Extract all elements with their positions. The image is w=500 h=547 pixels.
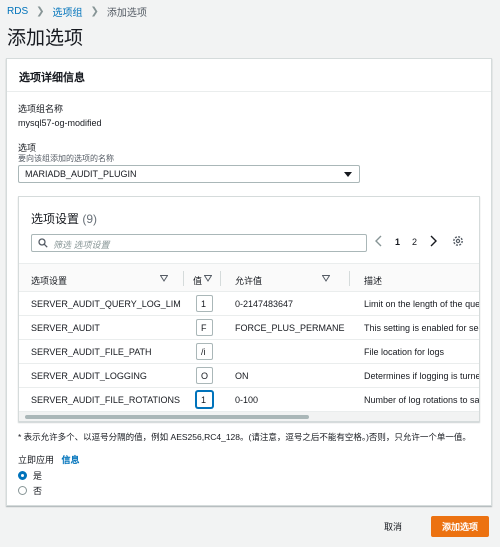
allowed-values: 0-2147483647 bbox=[235, 299, 294, 309]
setting-value-input[interactable]: 1 bbox=[196, 295, 213, 312]
column-divider bbox=[349, 271, 350, 286]
search-icon bbox=[38, 238, 48, 248]
column-header-setting[interactable]: 选项设置 bbox=[31, 274, 67, 287]
breadcrumb-option-groups-link[interactable]: 选项组 bbox=[53, 4, 83, 19]
column-header-description[interactable]: 描述 bbox=[364, 274, 382, 287]
option-select-value: MARIADB_AUDIT_PLUGIN bbox=[25, 169, 137, 179]
setting-description: Limit on the length of the que bbox=[364, 299, 480, 309]
chevron-right-icon: ❯ bbox=[36, 6, 45, 17]
sort-icon[interactable] bbox=[322, 275, 330, 282]
column-divider bbox=[183, 271, 184, 286]
sort-icon[interactable] bbox=[160, 275, 168, 282]
setting-value-input[interactable]: 1 bbox=[196, 391, 213, 408]
allowed-values: ON bbox=[235, 371, 249, 381]
breadcrumb-rds-link[interactable]: RDS bbox=[7, 6, 28, 17]
breadcrumb: RDS ❯ 选项组 ❯ 添加选项 bbox=[7, 4, 147, 19]
setting-description: Determines if logging is turned bbox=[364, 371, 480, 381]
setting-description: Number of log rotations to sav bbox=[364, 395, 480, 405]
panel-title: 选项详细信息 bbox=[19, 72, 85, 84]
setting-name: SERVER_AUDIT_LOGGING bbox=[31, 371, 147, 381]
table-count: (9) bbox=[82, 212, 98, 226]
scrollbar-thumb[interactable] bbox=[25, 415, 309, 419]
apply-immediately-heading: 立即应用 信息 bbox=[18, 453, 80, 466]
apply-no-option[interactable]: 否 bbox=[18, 484, 42, 497]
table-title: 选项设置 (9) bbox=[31, 210, 97, 227]
option-select[interactable]: MARIADB_AUDIT_PLUGIN bbox=[18, 165, 360, 183]
column-header-allowed[interactable]: 允许值 bbox=[235, 274, 262, 287]
settings-search-input[interactable]: 筛选 选项设置 bbox=[31, 234, 367, 252]
cancel-button[interactable]: 取消 bbox=[384, 520, 402, 533]
radio-selected[interactable] bbox=[18, 471, 27, 480]
page-title: 添加选项 bbox=[7, 28, 84, 49]
page-2-button[interactable]: 2 bbox=[412, 237, 417, 247]
allowed-values: 0-100 bbox=[235, 395, 259, 405]
setting-name: SERVER_AUDIT_FILE_PATH bbox=[31, 347, 152, 357]
group-name-value: mysql57-og-modified bbox=[18, 118, 102, 128]
setting-value-input[interactable]: F bbox=[196, 319, 213, 336]
chevron-right-icon[interactable] bbox=[428, 235, 438, 247]
table-row: SERVER_AUDIT F FORCE_PLUS_PERMANENT This… bbox=[19, 316, 479, 340]
chevron-right-icon: ❯ bbox=[90, 6, 99, 17]
apply-immediately-label: 立即应用 bbox=[18, 455, 55, 465]
setting-value-input[interactable]: /i bbox=[196, 343, 213, 360]
apply-yes-option[interactable]: 是 bbox=[18, 469, 42, 482]
column-header-value[interactable]: 值 bbox=[193, 274, 202, 287]
table-title-text: 选项设置 bbox=[31, 212, 80, 226]
setting-value-input[interactable]: O bbox=[196, 367, 213, 384]
chevron-left-icon[interactable] bbox=[374, 235, 384, 247]
setting-description: File location for logs bbox=[364, 347, 445, 357]
column-divider bbox=[220, 271, 221, 286]
horizontal-scrollbar[interactable] bbox=[19, 412, 479, 421]
setting-name: SERVER_AUDIT bbox=[31, 323, 100, 333]
option-description: 要向该组添加的选项的名称 bbox=[18, 154, 114, 163]
table-row: SERVER_AUDIT_FILE_PATH /i File location … bbox=[19, 340, 479, 364]
add-option-button[interactable]: 添加选项 bbox=[431, 516, 489, 537]
sort-icon[interactable] bbox=[204, 275, 212, 282]
group-name-label: 选项组名称 bbox=[18, 104, 64, 114]
setting-name: SERVER_AUDIT_QUERY_LOG_LIMIT bbox=[31, 299, 181, 309]
table-row: SERVER_AUDIT_QUERY_LOG_LIMIT 1 0-2147483… bbox=[19, 292, 479, 316]
allowed-values: FORCE_PLUS_PERMANENT bbox=[235, 323, 345, 333]
setting-description: This setting is enabled for secu bbox=[364, 323, 480, 333]
search-placeholder: 筛选 选项设置 bbox=[53, 240, 110, 250]
table-row: SERVER_AUDIT_LOGGING O ON Determines if … bbox=[19, 364, 479, 388]
multi-value-footnote: * 表示允许多个、以逗号分隔的值，例如 AES256,RC4_128。(请注意，… bbox=[18, 432, 471, 442]
setting-name: SERVER_AUDIT_FILE_ROTATIONS bbox=[31, 395, 181, 405]
radio-unselected[interactable] bbox=[18, 486, 27, 495]
page-1-button[interactable]: 1 bbox=[395, 237, 400, 247]
table-row: SERVER_AUDIT_FILE_ROTATIONS 1 0-100 Numb… bbox=[19, 388, 479, 412]
panel-header: 选项详细信息 bbox=[7, 59, 491, 92]
breadcrumb-current: 添加选项 bbox=[106, 8, 147, 19]
option-settings-table: 选项设置 (9) 筛选 选项设置 1 2 选项设置 值 允许值 描述 SERVE… bbox=[18, 196, 480, 422]
info-link[interactable]: 信息 bbox=[62, 455, 80, 465]
gear-icon[interactable] bbox=[452, 235, 464, 247]
apply-yes-label: 是 bbox=[33, 471, 43, 481]
caret-down-icon bbox=[344, 172, 352, 177]
table-header: 选项设置 值 允许值 描述 bbox=[19, 263, 479, 292]
apply-no-label: 否 bbox=[33, 486, 43, 496]
